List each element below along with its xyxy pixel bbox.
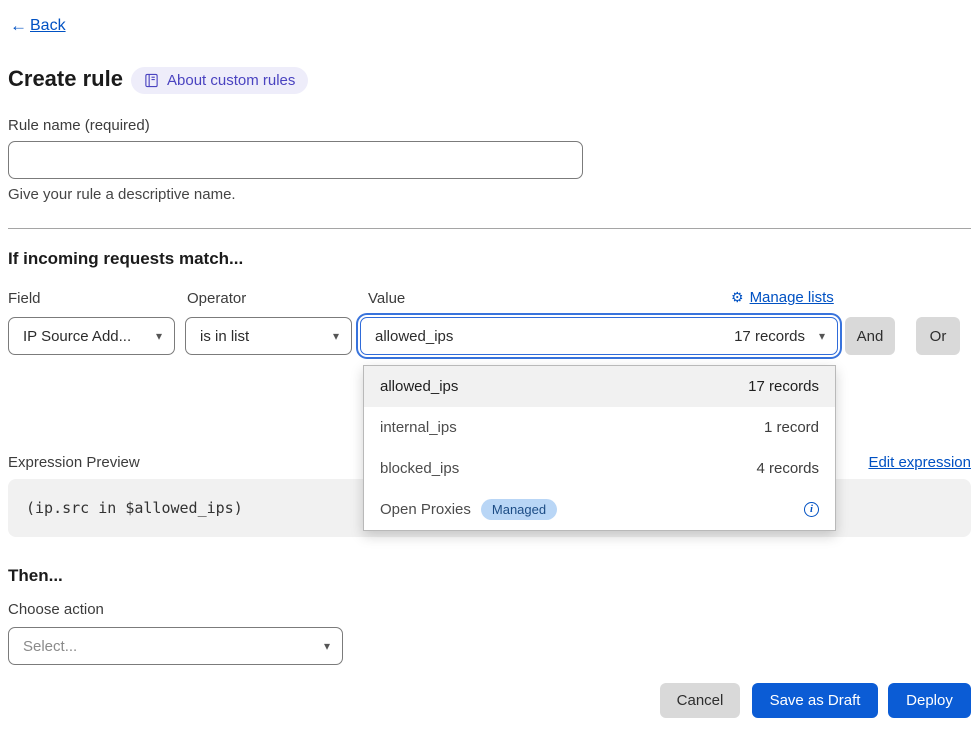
create-rule-page: ← Back Create rule About custom rules Ru… [0,0,979,739]
list-item-records: 4 records [756,460,819,477]
expression-preview-label: Expression Preview [8,454,140,471]
value-select-value: allowed_ips [375,328,453,345]
list-item-records: 1 record [764,419,819,436]
match-section-heading: If incoming requests match... [8,249,243,269]
field-select-value: IP Source Add... [23,328,131,345]
choose-action-label: Choose action [8,601,104,618]
about-custom-rules-link[interactable]: About custom rules [131,67,308,94]
page-title: Create rule [8,66,123,92]
field-select[interactable]: IP Source Add... ▾ [8,317,175,355]
section-divider [8,228,971,229]
chevron-down-icon: ▾ [324,639,330,653]
field-label: Field [8,290,41,307]
back-link-label: Back [30,17,66,35]
chevron-down-icon: ▾ [333,329,339,343]
chevron-down-icon: ▾ [819,329,825,343]
operator-select-value: is in list [200,328,249,345]
rule-name-input[interactable] [8,141,583,179]
or-button[interactable]: Or [916,317,960,355]
operator-select[interactable]: is in list ▾ [185,317,352,355]
manage-lists-link[interactable]: ⚙ Manage lists [731,289,834,306]
back-arrow-icon: ← [10,16,27,36]
deploy-button[interactable]: Deploy [888,683,971,718]
then-section-heading: Then... [8,566,63,586]
back-link[interactable]: ← Back [10,16,66,36]
list-item-name: allowed_ips [380,378,458,395]
list-item-open-proxies[interactable]: Open Proxies Managed i [364,489,835,530]
expression-code: (ip.src in $allowed_ips) [26,499,243,517]
value-select[interactable]: allowed_ips 17 records ▾ [360,317,838,355]
managed-badge: Managed [481,499,557,520]
list-item-name: internal_ips [380,419,457,436]
edit-expression-link[interactable]: Edit expression [868,454,971,471]
list-item-records: 17 records [748,378,819,395]
action-select-placeholder: Select... [23,638,77,655]
list-item-allowed-ips[interactable]: allowed_ips 17 records [364,366,835,407]
list-item-internal-ips[interactable]: internal_ips 1 record [364,407,835,448]
book-icon [144,73,159,88]
about-custom-rules-label: About custom rules [167,72,295,89]
list-item-blocked-ips[interactable]: blocked_ips 4 records [364,448,835,489]
action-select[interactable]: Select... ▾ [8,627,343,665]
operator-label: Operator [187,290,246,307]
cancel-button[interactable]: Cancel [660,683,740,718]
rule-name-label: Rule name (required) [8,117,150,134]
and-button[interactable]: And [845,317,895,355]
value-select-records: 17 records [734,328,805,345]
chevron-down-icon: ▾ [156,329,162,343]
save-as-draft-button[interactable]: Save as Draft [752,683,878,718]
list-item-name: Open Proxies [380,501,471,518]
rule-name-helper: Give your rule a descriptive name. [8,186,236,203]
list-item-name: blocked_ips [380,460,459,477]
lists-dropdown: allowed_ips 17 records internal_ips 1 re… [363,365,836,531]
value-label: Value [368,290,405,307]
info-icon[interactable]: i [804,502,819,517]
gear-icon: ⚙ [731,289,744,306]
manage-lists-label: Manage lists [750,289,834,306]
